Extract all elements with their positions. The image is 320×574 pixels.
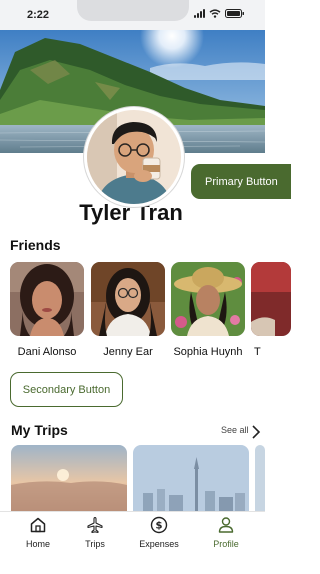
friend-photo [10,262,84,336]
friends-section-title: Friends [10,237,61,253]
person-icon [217,516,235,534]
status-icons [194,9,245,18]
friend-card[interactable]: T [248,262,291,358]
dollar-icon: $ [150,516,168,534]
tab-label: Home [25,539,50,549]
friend-photo [91,262,165,336]
tab-label: Expenses [139,539,179,549]
friend-card[interactable]: Dani Alonso [7,262,87,358]
secondary-button[interactable]: Secondary Button [10,372,123,407]
see-all-link[interactable]: See all [221,425,249,435]
friend-photo [171,262,245,336]
svg-text:$: $ [156,521,163,532]
friend-name: Jenny Ear [103,346,153,358]
airplane-icon [86,516,104,534]
tab-profile[interactable]: Profile [194,516,258,556]
status-time: 2:22 [27,9,50,21]
status-bar: 2:22 [0,0,265,30]
trips-section-title: My Trips [11,422,68,438]
tab-home[interactable]: Home [6,516,70,556]
battery-icon [225,9,245,18]
friend-card[interactable]: Sophia Huynh [168,262,248,358]
primary-button[interactable]: Primary Button [191,164,291,199]
signal-icon [194,9,205,18]
friend-card[interactable]: Jenny Ear [88,262,168,358]
tab-expenses[interactable]: $ Expenses [127,516,191,556]
wifi-icon [209,9,221,18]
tab-label: Profile [213,539,239,549]
home-icon [29,516,47,534]
tab-bar: Home Trips $ Expenses Profile [0,511,265,574]
trip-card[interactable] [133,445,249,513]
tab-label: Trips [85,539,105,549]
trip-card[interactable] [11,445,127,513]
chevron-right-icon[interactable] [251,425,261,444]
friend-name: Sophia Huynh [173,346,243,358]
friend-name: T [254,346,261,358]
avatar[interactable] [84,107,184,207]
friend-name: Dani Alonso [17,346,77,358]
device-notch [77,0,189,21]
friend-photo [251,262,291,336]
tab-trips[interactable]: Trips [63,516,127,556]
trip-card[interactable] [255,445,265,513]
